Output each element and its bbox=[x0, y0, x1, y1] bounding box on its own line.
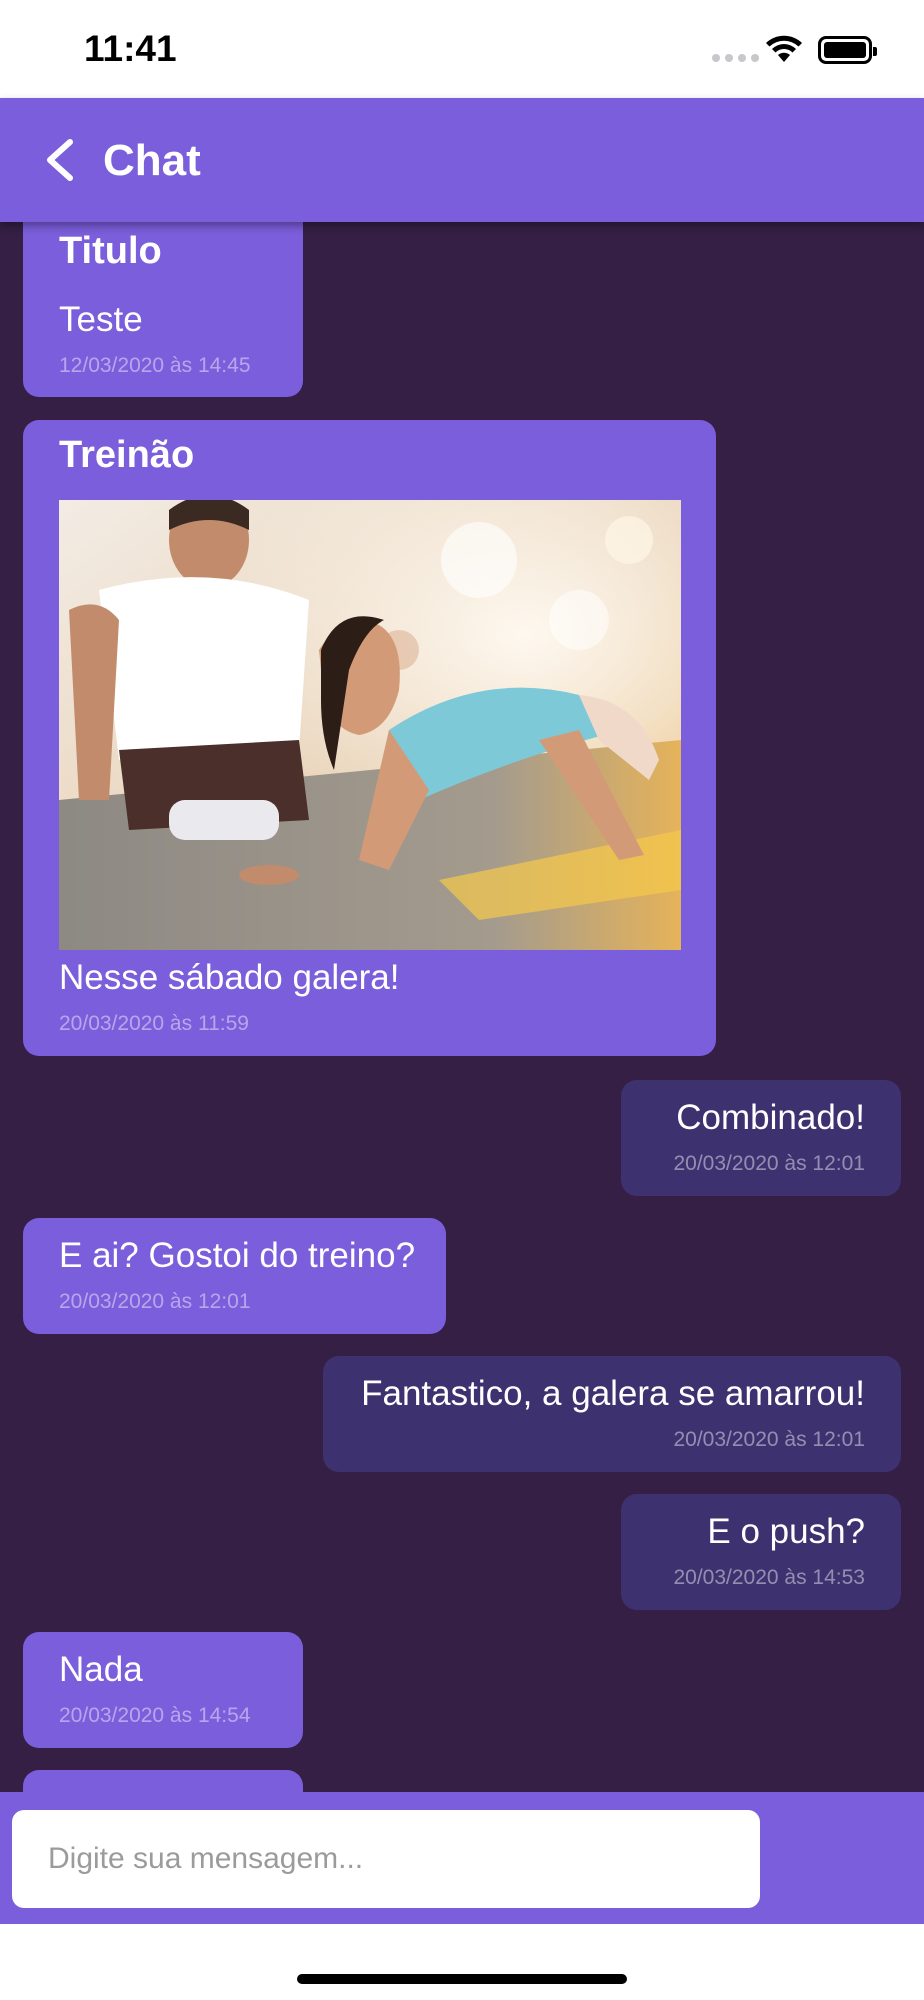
home-area bbox=[0, 1924, 924, 2000]
message-title: Treinão bbox=[59, 434, 195, 476]
message-bubble-outgoing[interactable]: Combinado! 20/03/2020 às 12:01 bbox=[621, 1080, 901, 1196]
message-time: 20/03/2020 às 12:01 bbox=[59, 1290, 251, 1313]
message-text: Nesse sábado galera! bbox=[59, 958, 400, 997]
workout-photo-image bbox=[59, 500, 681, 950]
app-header: Chat bbox=[0, 98, 924, 222]
message-text: Combinado! bbox=[676, 1098, 865, 1137]
message-time: 12/03/2020 às 14:45 bbox=[59, 354, 251, 377]
message-text: E o push? bbox=[707, 1512, 865, 1551]
message-photo[interactable] bbox=[59, 500, 681, 950]
cellular-signal-icon bbox=[712, 54, 759, 62]
message-time: 20/03/2020 às 11:59 bbox=[59, 1012, 249, 1035]
message-composer bbox=[0, 1792, 924, 1924]
message-time: 20/03/2020 às 12:01 bbox=[673, 1152, 865, 1175]
message-title: Titulo bbox=[59, 230, 162, 272]
status-time: 11:41 bbox=[84, 28, 177, 69]
message-text: Nada bbox=[59, 1650, 143, 1689]
message-bubble-incoming[interactable]: Nada 20/03/2020 às 14:54 bbox=[23, 1632, 303, 1748]
back-chevron-icon[interactable] bbox=[40, 136, 80, 184]
battery-icon bbox=[818, 36, 877, 64]
home-indicator[interactable] bbox=[297, 1974, 627, 1984]
status-bar: 11:41 bbox=[0, 0, 924, 98]
message-bubble-outgoing[interactable]: E o push? 20/03/2020 às 14:53 bbox=[621, 1494, 901, 1610]
message-text: Teste bbox=[59, 300, 143, 339]
message-text: Fantastico, a galera se amarrou! bbox=[361, 1374, 865, 1413]
message-bubble-incoming[interactable]: Titulo Teste 12/03/2020 às 14:45 bbox=[23, 222, 303, 397]
message-bubble-incoming[interactable]: Treinão Nesse sábado galera! 20/03/2020 … bbox=[23, 420, 716, 1056]
message-bubble-incoming[interactable] bbox=[23, 1770, 303, 1792]
message-list[interactable]: Titulo Teste 12/03/2020 às 14:45 Treinão bbox=[0, 222, 924, 1792]
message-bubble-outgoing[interactable]: Fantastico, a galera se amarrou! 20/03/2… bbox=[323, 1356, 901, 1472]
message-time: 20/03/2020 às 14:54 bbox=[59, 1704, 251, 1727]
message-input[interactable] bbox=[12, 1810, 760, 1908]
page-title: Chat bbox=[103, 136, 201, 185]
message-bubble-incoming[interactable]: E ai? Gostoi do treino? 20/03/2020 às 12… bbox=[23, 1218, 446, 1334]
message-time: 20/03/2020 às 14:53 bbox=[673, 1566, 865, 1589]
message-time: 20/03/2020 às 12:01 bbox=[673, 1428, 865, 1451]
wifi-icon bbox=[766, 35, 802, 62]
message-text: E ai? Gostoi do treino? bbox=[59, 1236, 416, 1275]
